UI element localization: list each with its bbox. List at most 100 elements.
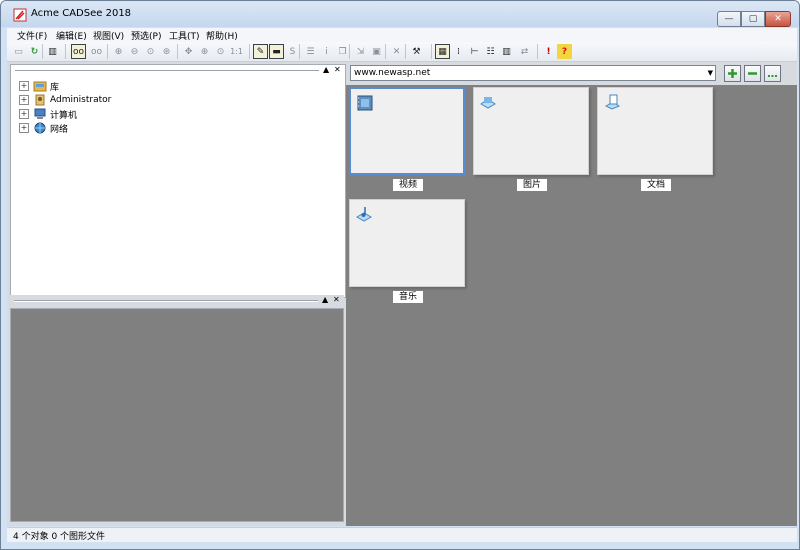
tree-label-computer: 计算机 (50, 110, 78, 121)
address-text: www.newasp.net (354, 68, 431, 78)
menu-file[interactable]: 文件(F) (17, 29, 47, 42)
export-icon[interactable]: ⇲ (353, 44, 368, 59)
view-glasses2-icon[interactable]: oo (89, 44, 104, 59)
folder-thumb-documents[interactable] (597, 87, 713, 175)
pane-close-icon[interactable]: ✕ (333, 295, 340, 304)
maximize-button[interactable]: ▢ (741, 11, 765, 27)
pan-icon[interactable]: ✥ (181, 44, 196, 59)
computer-icon (34, 108, 46, 119)
toolbar-separator (537, 44, 538, 59)
zoom-realtime-icon[interactable]: ⊙ (213, 44, 228, 59)
tree-view-icon[interactable]: ⊢ (467, 44, 482, 59)
toolbar-separator (65, 44, 66, 59)
menu-view[interactable]: 视图(V) (93, 29, 124, 42)
expand-icon[interactable]: + (19, 95, 29, 105)
view-glasses-icon[interactable]: oo (71, 44, 86, 59)
tree-item-computer[interactable]: + 计算机 (19, 107, 111, 121)
thumbnail-browser: 视频 图片 文档 音乐 (346, 85, 797, 526)
menu-edit[interactable]: 编辑(E) (56, 29, 87, 42)
close-button[interactable]: ✕ (765, 11, 791, 27)
tree-label-library: 库 (50, 82, 60, 93)
columns-view-icon[interactable]: ▥ (499, 44, 514, 59)
s-icon[interactable]: S (285, 44, 300, 59)
preview-pane-header: ▲ ✕ (10, 295, 344, 307)
folder-thumb-video[interactable] (349, 87, 465, 175)
pane-collapse-icon[interactable]: ▲ (322, 295, 328, 304)
refresh-icon[interactable]: ↻ (27, 44, 42, 59)
delete-icon[interactable]: ✕ (389, 44, 404, 59)
zoom-all-icon[interactable]: ⊕ (197, 44, 212, 59)
measure-icon[interactable]: ▬ (269, 44, 284, 59)
toolbar-separator (385, 44, 386, 59)
tree-item-library[interactable]: + 库 (19, 79, 111, 93)
tree-pane-header: ▲ ✕ (11, 65, 345, 77)
pane-grip[interactable] (15, 70, 319, 72)
menu-tools[interactable]: 工具(T) (169, 29, 200, 42)
user-icon (35, 94, 45, 106)
music-folder-icon (355, 207, 373, 222)
pane-close-icon[interactable]: ✕ (334, 65, 341, 74)
remove-button[interactable] (744, 65, 761, 82)
expand-icon[interactable]: + (19, 81, 29, 91)
toolbar-separator (405, 44, 406, 59)
window-title: Acme CADSee 2018 (31, 8, 132, 19)
toolbar-separator (107, 44, 108, 59)
preview-pane (10, 308, 344, 522)
title-bar[interactable]: Acme CADSee 2018 — ▢ ✕ (1, 1, 799, 27)
folder-tree: + 库 + Administrator + 计算机 + 网络 (19, 79, 111, 135)
actual-size-icon[interactable]: 1:1 (229, 44, 244, 59)
zoom-out-icon[interactable]: ⊖ (127, 44, 142, 59)
maximize-icon: ▢ (748, 14, 758, 24)
folder-label-documents: 文档 (641, 179, 671, 191)
alert-icon[interactable]: ! (541, 44, 556, 59)
more-button[interactable] (764, 65, 781, 82)
copy-icon[interactable]: ❐ (335, 44, 350, 59)
zoom-window-icon[interactable]: ⊙ (143, 44, 158, 59)
list-view-icon[interactable]: ⁞ (451, 44, 466, 59)
folder-thumb-music[interactable] (349, 199, 465, 287)
layers-icon[interactable]: ☰ (303, 44, 318, 59)
help-icon[interactable]: ? (557, 44, 572, 59)
open-icon[interactable]: ▭ (11, 44, 26, 59)
folder-label-pictures: 图片 (517, 179, 547, 191)
client-area: ▲ ✕ + 库 + Administrator + 计算机 + 网络 ▲ ✕ w… (7, 62, 797, 526)
panel-icon[interactable]: ▥ (45, 44, 60, 59)
paste-icon[interactable]: ▣ (369, 44, 384, 59)
minimize-button[interactable]: — (717, 11, 741, 27)
info-icon[interactable]: i (319, 44, 334, 59)
folder-tree-pane: ▲ ✕ + 库 + Administrator + 计算机 + 网络 (10, 64, 346, 298)
plus-icon (728, 69, 737, 78)
sync-icon[interactable]: ⇄ (517, 44, 532, 59)
close-icon: ✕ (774, 14, 782, 24)
add-button[interactable] (724, 65, 741, 82)
regen-icon[interactable]: ✎ (253, 44, 268, 59)
menu-preselect[interactable]: 预选(P) (131, 29, 161, 42)
pane-grip[interactable] (14, 300, 318, 302)
toolbar-separator (431, 44, 432, 59)
chevron-down-icon[interactable]: ▼ (708, 69, 713, 77)
picture-folder-icon (480, 97, 496, 109)
toolbar-separator (42, 44, 43, 59)
document-folder-icon (604, 94, 621, 110)
minimize-icon: — (724, 14, 734, 24)
zoom-extents-icon[interactable]: ⊛ (159, 44, 174, 59)
status-bar: 4 个对象 0 个图形文件 (7, 527, 797, 542)
app-window: Acme CADSee 2018 — ▢ ✕ 文件(F) 编辑(E) 视图(V)… (0, 0, 800, 550)
details-view-icon[interactable]: ☷ (483, 44, 498, 59)
zoom-in-icon[interactable]: ⊕ (111, 44, 126, 59)
tree-label-administrator: Administrator (50, 95, 112, 105)
tree-item-administrator[interactable]: + Administrator (19, 93, 111, 107)
tool-icon[interactable]: ⚒ (409, 44, 424, 59)
expand-icon[interactable]: + (19, 123, 29, 133)
ellipsis-icon (768, 75, 777, 77)
tree-item-network[interactable]: + 网络 (19, 121, 111, 135)
minus-icon (748, 72, 757, 75)
expand-icon[interactable]: + (19, 109, 29, 119)
address-combobox[interactable]: www.newasp.net ▼ (350, 65, 716, 81)
pane-collapse-icon[interactable]: ▲ (323, 65, 329, 74)
thumbnails-view-icon[interactable]: ▦ (435, 44, 450, 59)
folder-label-video: 视频 (393, 179, 423, 191)
folder-thumb-pictures[interactable] (473, 87, 589, 175)
menu-help[interactable]: 帮助(H) (206, 29, 238, 42)
library-icon (33, 81, 47, 92)
